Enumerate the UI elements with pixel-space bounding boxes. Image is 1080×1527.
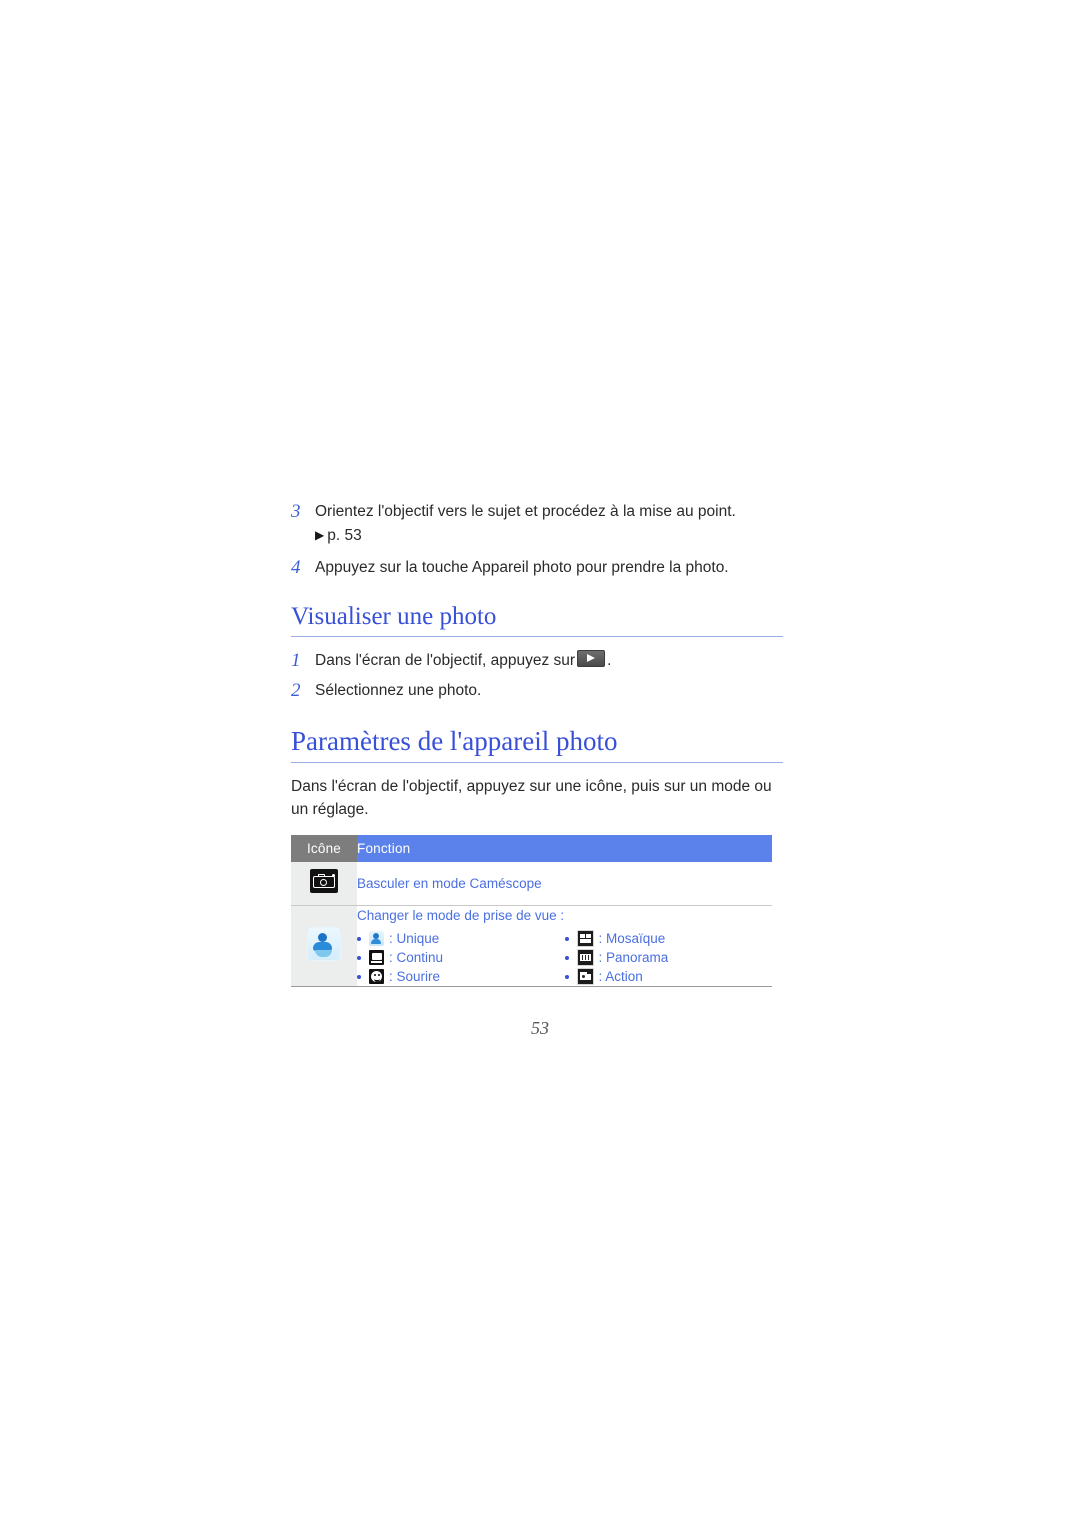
triangle-right-icon: ▶ [315,528,325,542]
mode-label: : Mosaïque [598,931,666,946]
single-shot-icon [369,931,384,946]
shooting-modes-right-column: : Mosaïque: Panorama: Action [564,929,773,986]
mode-label: : Action [598,969,643,984]
shooting-mode-icon [307,926,341,961]
shooting-mode-wave-part [315,949,332,957]
row-icon-cell [291,862,357,906]
step-reference-text: p. 53 [327,527,362,544]
camera-switch-icon [310,869,338,893]
row-function-cell: Changer le mode de prise de vue :: Uniq… [357,905,772,987]
table-row: Changer le mode de prise de vue :: Uniq… [291,905,772,987]
panorama-divider-part [587,955,589,960]
bullet-icon [357,974,361,979]
section-intro-text: Dans l'écran de l'objectif, appuyez sur … [291,778,772,818]
panorama-shot-icon [576,949,594,966]
camera-settings-table: Icône Fonction Basculer en mode Caméscop… [291,835,772,987]
mode-label: : Continu [389,950,444,965]
action-frame-part [584,974,591,980]
single-shot-body-part [371,939,381,944]
bullet-icon [564,974,569,979]
mode-label: : Sourire [389,969,441,984]
section-view-photo: Visualiser une photo 1 Dans l'écran de l… [291,602,783,703]
step-text-main: Orientez l'objectif vers le sujet et pro… [315,503,736,520]
smile-mouth-part [373,977,380,982]
mode-label: : Unique [389,931,440,946]
action-shot-icon [576,968,594,985]
shooting-modes-left-column: : Unique : Continu: Sourire [357,929,565,986]
section-heading: Visualiser une photo [291,603,497,630]
panorama-divider-part [581,955,583,960]
step-text: Orientez l'objectif vers le sujet et pro… [315,500,783,548]
step-text: Sélectionnez une photo. [315,682,482,699]
list-item: : Unique [357,929,565,948]
view-step-1: 1 Dans l'écran de l'objectif, appuyez su… [291,649,783,673]
panorama-divider-part [584,955,586,960]
continuous-shot-icon [369,950,384,965]
column-header-function: Fonction [357,835,772,862]
mosaic-tile-part [579,939,591,943]
section-heading: Paramètres de l'appareil photo [291,726,618,756]
table-body: Basculer en mode Caméscope Changer le mo… [291,862,772,987]
step-4: 4 Appuyez sur la touche Appareil photo p… [291,556,783,580]
mosaic-tile-part [579,934,585,938]
camera-lens-part [319,878,327,886]
table-head: Icône Fonction [291,835,772,862]
bullet-icon [357,936,361,941]
step-3: 3 Orientez l'objectif vers le sujet et p… [291,500,783,548]
mosaic-shot-icon [576,930,594,947]
action-subject-part [581,974,585,978]
step-text: Appuyez sur la touche Appareil photo pou… [315,559,729,576]
step-text-main: Dans l'écran de l'objectif, appuyez sur [315,652,576,669]
list-item: : Sourire [357,967,565,986]
bullet-icon [357,955,361,960]
step-text-suffix: . [607,652,612,669]
shooting-mode-head-part [318,932,327,942]
row-function-cell: Basculer en mode Caméscope [357,862,772,906]
continuous-base-part [371,961,382,963]
step-number: 1 [291,650,301,671]
page-number: 53 [531,1018,549,1038]
list-item: : Panorama [564,948,773,967]
heading-divider [291,636,783,637]
table-header-row: Icône Fonction [291,835,772,862]
table-row: Basculer en mode Caméscope [291,862,772,906]
shooting-modes-grid: : Unique : Continu: Sourire: Mosaïque … [357,929,772,986]
manual-page: 3 Orientez l'objectif vers le sujet et p… [0,0,1080,1527]
list-item: : Continu [357,948,565,967]
section-camera-settings: Paramètres de l'appareil photo Dans l'éc… [291,725,783,987]
page-content: 3 Orientez l'objectif vers le sujet et p… [291,500,783,987]
list-item: : Mosaïque [564,929,773,948]
step-reference: ▶ p. 53 [315,524,783,548]
row-function-title: Changer le mode de prise de vue : [357,908,565,923]
step-number: 3 [291,501,301,522]
step-number: 2 [291,680,301,701]
step-number: 4 [291,557,301,578]
mosaic-tile-part [585,934,591,938]
heading-divider [291,762,783,763]
column-header-icon: Icône [291,835,357,862]
step-text: Dans l'écran de l'objectif, appuyez sur. [315,649,783,673]
view-step-2: 2 Sélectionnez une photo. [291,679,783,703]
smile-shot-icon [369,969,384,984]
bullet-icon [564,955,569,960]
continuous-screen-part [371,953,382,960]
play-icon [577,650,606,667]
list-item: : Action [564,967,773,986]
mode-label: : Panorama [598,950,669,965]
camera-flash-part [331,873,335,877]
row-icon-cell [291,905,357,987]
bullet-icon [564,936,569,941]
